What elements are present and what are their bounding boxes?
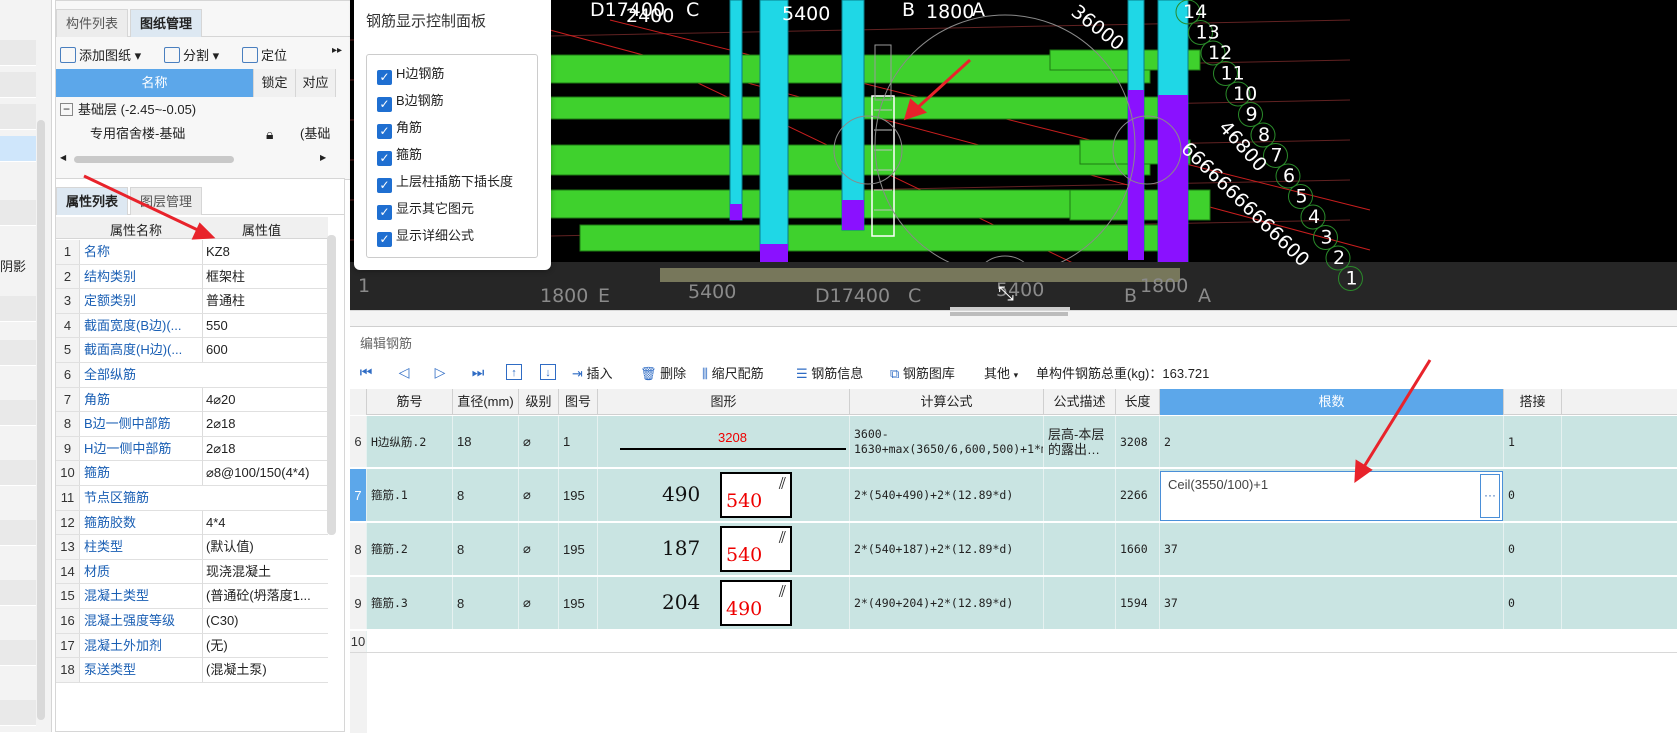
annotation-layer [83, 174, 1432, 484]
